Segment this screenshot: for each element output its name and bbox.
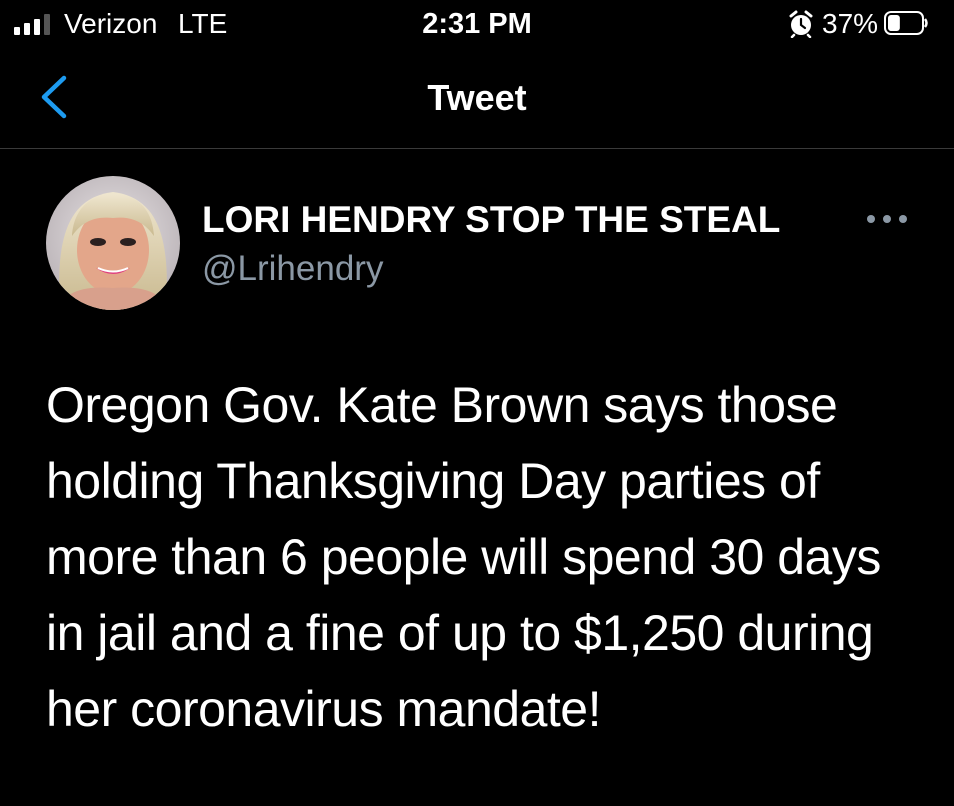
author-display-name[interactable]: LORI HENDRY STOP THE STEAL — [202, 198, 780, 242]
avatar-image — [46, 176, 180, 310]
tweet-text: Oregon Gov. Kate Brown says those holdin… — [46, 377, 881, 737]
battery-percent: 37% — [822, 8, 879, 39]
alarm-icon — [789, 10, 813, 38]
avatar[interactable] — [46, 176, 180, 310]
status-bar: Verizon LTE 2:31 PM 37% — [0, 0, 954, 48]
battery-icon — [884, 11, 928, 35]
more-horizontal-icon[interactable] — [866, 214, 908, 224]
nav-header: Tweet — [0, 48, 954, 149]
author-handle[interactable]: @Lrihendry — [202, 248, 383, 290]
page-title: Tweet — [427, 77, 527, 118]
